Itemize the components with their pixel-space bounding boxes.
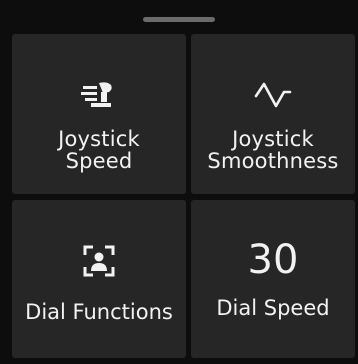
label-line-2: Speed (65, 149, 133, 173)
joystick-speed-label: Joystick Speed (58, 128, 140, 172)
dial-speed-value: 30 (247, 237, 299, 283)
label-line-2: Smoothness (207, 149, 339, 173)
joystick-smoothness-tile[interactable]: Joystick Smoothness (191, 34, 355, 194)
dial-speed-label: Dial Speed (216, 296, 330, 320)
drag-handle[interactable] (143, 17, 215, 22)
joystick-speed-icon (79, 78, 119, 112)
dial-functions-label: Dial Functions (25, 300, 173, 324)
dial-functions-tile[interactable]: Dial Functions (12, 200, 186, 358)
dial-speed-tile[interactable]: 30 Dial Speed (191, 200, 355, 358)
label-line-1: Joystick (232, 127, 314, 151)
smoothness-waveform-icon (254, 78, 292, 112)
joystick-speed-tile[interactable]: Joystick Speed (12, 34, 186, 194)
joystick-smoothness-label: Joystick Smoothness (207, 128, 338, 172)
settings-panel: Joystick Speed Joystick Smoothness Dial … (0, 0, 358, 364)
label-line-1: Joystick (58, 127, 140, 151)
dial-functions-icon (82, 244, 116, 278)
